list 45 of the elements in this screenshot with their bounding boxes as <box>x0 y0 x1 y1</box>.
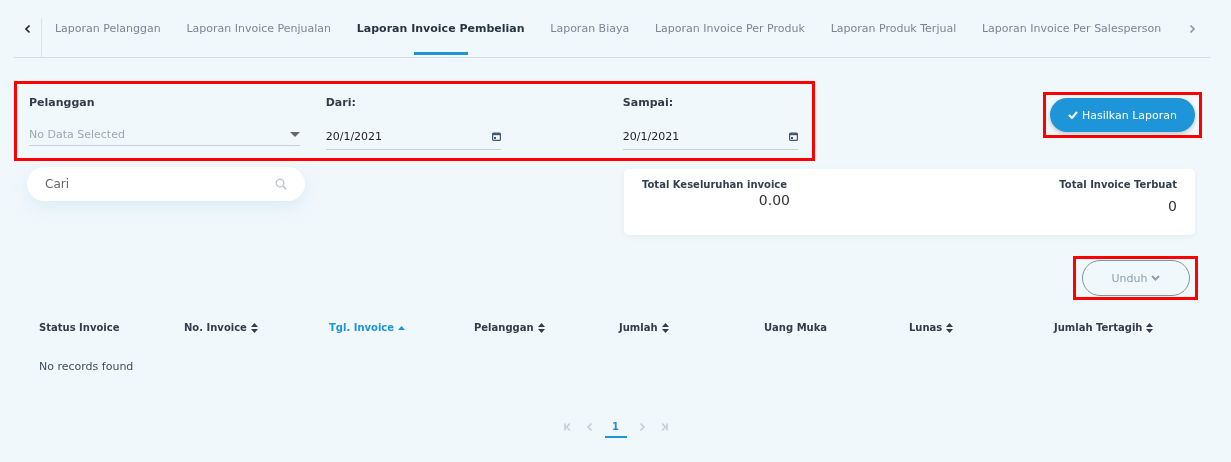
sort-icon <box>1146 322 1154 333</box>
first-page-icon <box>562 422 573 432</box>
column-header[interactable]: Pelanggan <box>474 322 545 333</box>
column-header[interactable]: Lunas <box>909 322 954 333</box>
sort-icon <box>661 322 669 333</box>
report-tab[interactable]: Laporan Invoice Pembelian <box>343 0 538 57</box>
report-tab[interactable]: Laporan Pelanggan <box>42 0 174 57</box>
summary-label: Total Keseluruhan invoice <box>642 179 788 190</box>
report-tab[interactable]: Laporan Biaya <box>537 0 643 57</box>
empty-message: No records found <box>39 360 135 373</box>
column-header[interactable]: Uang Muka <box>764 322 828 333</box>
date-field[interactable]: 20/1/2021 <box>325 124 501 150</box>
summary-value: 0.00 <box>758 192 790 208</box>
sort-ascending-icon <box>398 325 406 330</box>
dropdown-icon <box>289 132 300 137</box>
report-tab[interactable]: Laporan Invoice Per Salesperson <box>969 0 1174 57</box>
sort-icon <box>946 322 954 333</box>
check-icon <box>1067 111 1078 119</box>
report-tab[interactable]: Laporan Invoice Penjualan <box>173 0 344 57</box>
customer-select[interactable]: No Data Selected <box>29 124 300 146</box>
chevron-down-icon <box>1151 275 1161 281</box>
summary-value: 0 <box>1168 198 1177 214</box>
column-header[interactable]: Tgl. Invoice <box>329 322 406 333</box>
calendar-icon <box>491 132 501 141</box>
sort-icon <box>250 322 258 333</box>
column-header[interactable]: Jumlah <box>619 322 669 333</box>
field-label: Sampai: <box>622 96 675 111</box>
date-field[interactable]: 20/1/2021 <box>622 124 798 150</box>
chevron-right-icon <box>1187 23 1197 34</box>
field-label: Pelanggan <box>29 96 96 111</box>
summary-label: Total Invoice Terbuat <box>1059 179 1177 190</box>
chevron-left-icon <box>22 23 33 34</box>
column-header[interactable]: Jumlah Tertagih <box>1054 322 1154 333</box>
search-field[interactable]: Cari <box>27 167 305 201</box>
column-header[interactable]: Status Invoice <box>39 322 120 333</box>
calendar-icon <box>789 132 798 141</box>
report-tab[interactable]: Laporan Invoice Per Produk <box>642 0 818 57</box>
generate-report-button[interactable]: Hasilkan Laporan <box>1049 98 1195 132</box>
sort-icon <box>537 322 545 333</box>
page-number[interactable]: 1 <box>604 416 627 438</box>
field-label: Dari: <box>325 96 357 111</box>
column-header[interactable]: No. Invoice <box>184 322 258 333</box>
report-tab[interactable]: Laporan Produk Terjual <box>817 0 970 57</box>
chevron-left-icon <box>584 422 595 432</box>
search-icon <box>275 178 287 190</box>
